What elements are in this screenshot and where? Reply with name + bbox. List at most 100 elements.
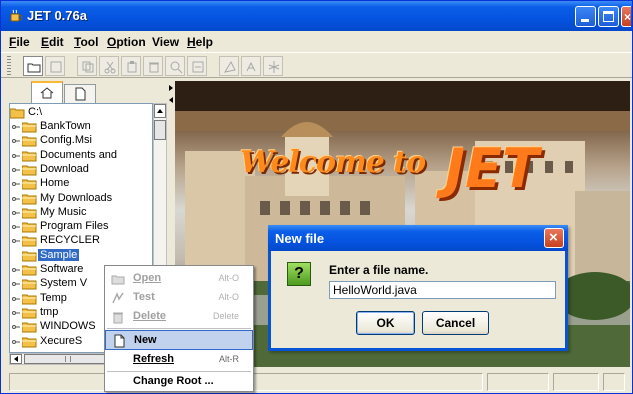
tool-find[interactable] [165,56,185,76]
window-title: JET 0.76a [27,8,87,23]
tool-save[interactable] [45,56,65,76]
menu-item-test[interactable]: Test Alt-O [105,288,253,308]
tree-handle-icon [12,325,20,330]
folder-icon [22,279,37,290]
tree-handle-icon [12,268,20,272]
folder-icon [22,122,37,133]
tool-compile[interactable] [219,56,239,76]
tree-handle-icon [12,225,20,230]
tree-item-label: Documents and [40,148,118,161]
tree-item-label: My Music [40,205,87,218]
tree-handle-icon [12,239,20,244]
tree-handle-icon [12,296,20,301]
tree-item-label: tmp [40,305,59,318]
menu-item-change-root[interactable]: Change Root ... [105,372,253,392]
tool-replace[interactable] [187,56,207,76]
tree-handle-icon [12,182,20,187]
minimize-button[interactable] [575,6,596,27]
question-icon: ? [287,262,311,286]
menu-item-refresh[interactable]: Refresh Alt-R [105,350,253,370]
tree-item-label: My Downloads [40,191,113,204]
new-file-icon [114,334,125,348]
tree-handle-icon [12,210,20,215]
title-bar[interactable]: JET 0.76a × [1,1,632,31]
folder-icon [22,179,37,190]
menu-edit[interactable]: Edit [41,35,64,49]
tool-paste[interactable] [121,56,141,76]
folder-icon [22,222,37,233]
copy-icon [82,61,94,73]
tab-home[interactable] [31,81,63,104]
tree-handle-icon [12,339,20,344]
tool-cut[interactable] [99,56,119,76]
tree-item-label: Download [40,162,89,175]
toolbar [1,52,632,78]
folder-icon [22,265,37,276]
grip-lines-icon [65,356,71,362]
tool-debug[interactable] [263,56,283,76]
tree-context-menu: Open Alt-O Test Alt-O Delete Delete New … [104,265,254,392]
menu-item-new[interactable]: New [105,330,253,350]
tool-run[interactable] [241,56,261,76]
arrow-left-icon [14,356,18,362]
close-icon: × [624,10,632,24]
tree-handle-icon [12,282,20,287]
menu-option[interactable]: Option [107,35,146,49]
hscroll-thumb[interactable] [24,354,114,364]
menu-item-delete[interactable]: Delete Delete [105,307,253,327]
tree-handle-icon [12,139,20,144]
status-cell-4 [603,373,625,391]
test-icon [112,292,124,304]
save-icon [50,61,62,73]
menu-view[interactable]: View [152,35,179,49]
scroll-left-button[interactable] [10,354,22,364]
menu-item-open[interactable]: Open Alt-O [105,269,253,289]
tool-open-folder[interactable] [23,56,43,76]
cut-icon [104,61,116,74]
close-button[interactable]: × [621,6,631,27]
find-icon [170,61,183,74]
coffee-cup-icon [10,9,23,22]
tree-handle-icon [12,196,20,201]
tool-copy[interactable] [77,56,97,76]
menu-separator [107,328,251,329]
document-arrow-icon [75,87,86,101]
minimize-icon [581,19,589,22]
tab-files[interactable] [64,84,96,104]
tree-item-label: Program Files [40,220,109,233]
status-cell-2 [487,373,549,391]
tool-delete[interactable] [143,56,163,76]
open-icon [111,275,125,285]
toolbar-grip[interactable] [7,56,11,76]
ok-button[interactable]: OK [356,311,415,335]
trash-icon [113,312,123,324]
folder-icon [22,151,37,162]
cancel-button[interactable]: Cancel [422,311,489,335]
tree-handle-icon [12,125,20,129]
paste-icon [127,61,137,73]
menu-file[interactable]: File [9,35,30,49]
file-name-input[interactable] [329,281,556,299]
folder-icon [22,251,37,262]
tree-handle-icon [12,310,20,315]
maximize-button[interactable] [598,6,619,27]
close-icon: × [549,229,558,246]
menu-tool[interactable]: Tool [74,35,98,49]
welcome-text: Welcome to [240,145,426,180]
folder-icon [22,294,37,305]
dialog-close-button[interactable]: × [544,228,564,248]
tree-item-label: WINDOWS [40,320,96,333]
dialog-title-bar[interactable]: New file × [268,225,568,251]
scroll-thumb[interactable] [154,120,166,140]
tree-handle-icon [12,167,20,172]
brand-logo-text: JET [445,137,539,200]
home-icon [40,87,54,99]
tree-item-label: Sample [38,248,80,261]
folder-icon [22,322,37,333]
folder-icon [22,308,37,319]
tree-item-label: RECYCLER [40,234,100,247]
scroll-up-button[interactable] [154,104,166,118]
compile-icon [223,60,236,73]
tree-item-label: System V [40,277,88,290]
menu-help[interactable]: Help [187,35,213,49]
